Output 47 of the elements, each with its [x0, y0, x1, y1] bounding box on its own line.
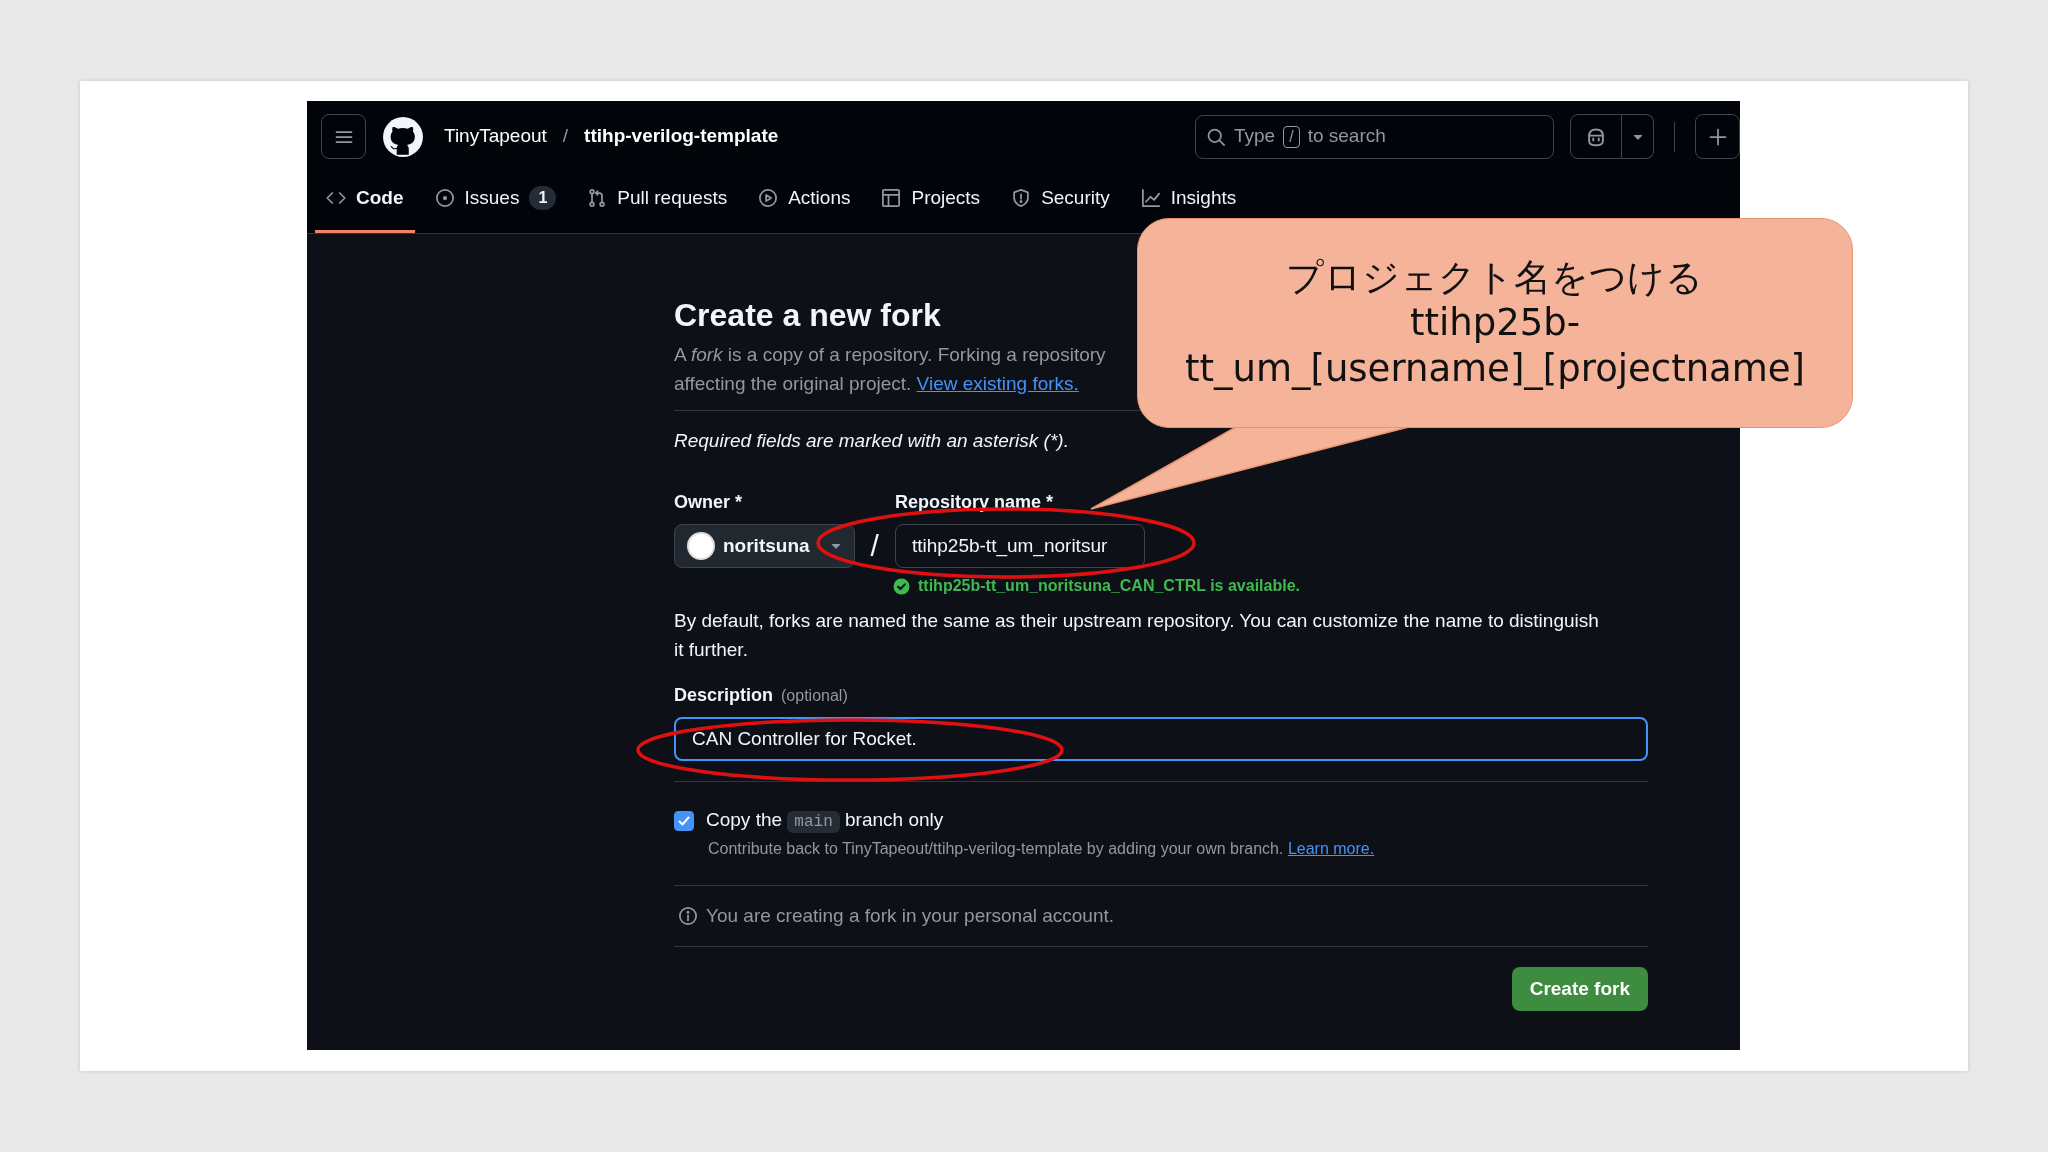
count-badge: 1 [529, 186, 557, 211]
check-circle-icon [893, 577, 910, 595]
breadcrumb-separator: / [562, 124, 569, 149]
octocat-logo[interactable] [382, 115, 424, 158]
learn-more-link[interactable]: Learn more. [1287, 839, 1375, 857]
avatar [687, 532, 715, 561]
callout-text: プロジェクト名をつける ttihp25b- tt_um_[username]_[projectname] [1184, 255, 1806, 391]
tab[interactable]: Projects [870, 172, 992, 220]
description-field[interactable]: CAN Controller for Rocket. [674, 717, 1648, 762]
optional-hint: (optional) [781, 686, 848, 707]
copilot-button[interactable] [1570, 114, 1622, 159]
search-icon [1206, 126, 1226, 147]
search-field[interactable]: Type / to search [1195, 114, 1554, 159]
plus-icon [1707, 126, 1728, 147]
tab[interactable]: Code [315, 172, 415, 233]
shield-icon [1011, 188, 1032, 209]
create-fork-button[interactable]: Create fork [1511, 967, 1648, 1012]
info-text: You are creating a fork in your personal account. [706, 903, 1115, 928]
page-title: Create a new fork [674, 295, 941, 334]
play-icon [758, 188, 779, 209]
view-forks-link[interactable]: View existing forks. [916, 372, 1079, 394]
issue-icon [434, 188, 455, 209]
tab[interactable]: Security [1000, 172, 1121, 220]
graph-icon [1140, 188, 1161, 209]
checkbox-note: Contribute back to TinyTapeout/ttihp-verilog-template by adding your own branch. Learn more. [708, 838, 1376, 859]
pull-request-icon [587, 188, 608, 209]
field-label: Description [674, 684, 774, 708]
add-button[interactable] [1695, 114, 1740, 159]
owner-dropdown[interactable]: noritsuna [674, 524, 855, 569]
owner-repo-separator: / [870, 528, 879, 565]
menu-button[interactable] [321, 114, 366, 159]
checkbox[interactable] [674, 810, 694, 831]
owner-link[interactable]: TinyTapeout [444, 122, 547, 151]
tab[interactable]: Insights [1129, 172, 1248, 220]
field-label: Owner * [674, 491, 744, 515]
checkbox-label: Copy the main branch only [706, 808, 944, 835]
tab[interactable]: Issues 1 [423, 172, 568, 220]
required-note: Required fields are marked with an asterisk (*). [674, 428, 1070, 453]
availability-message: ttihp25b-tt_um_noritsuna_CAN_CTRL is available. [918, 576, 1300, 597]
tab[interactable]: Actions [747, 172, 862, 220]
repo-link[interactable]: ttihp-verilog-template [584, 122, 779, 151]
tab[interactable]: Pull requests [576, 172, 739, 220]
table-icon [881, 188, 902, 209]
info-icon [678, 906, 698, 927]
shortcut-key: / [1283, 125, 1300, 148]
help-text: By default, forks are named the same as their upstream repository. You can customize the name to distinguish it further. [674, 609, 1600, 663]
repository-name-field[interactable]: ttihp25b-tt_um_noritsur [894, 524, 1145, 569]
